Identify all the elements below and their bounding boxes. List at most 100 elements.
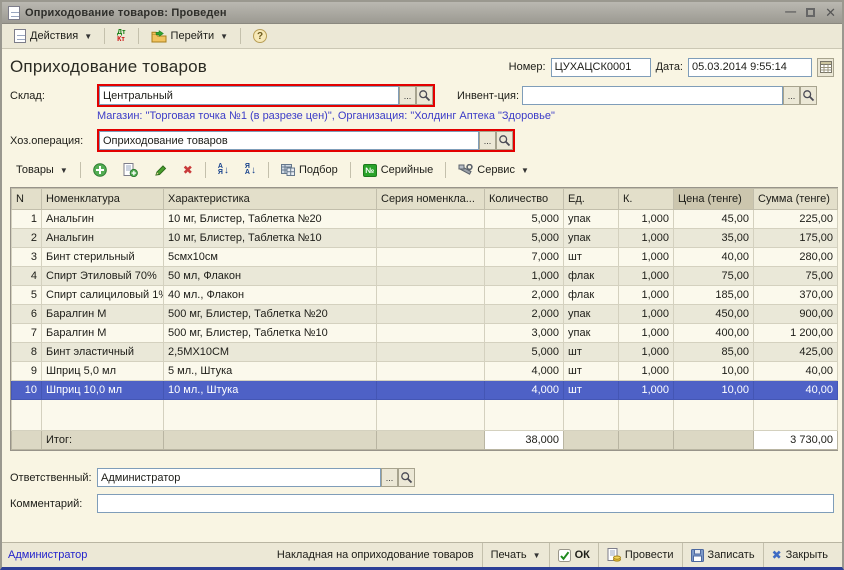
cell-n[interactable]: 5: [12, 286, 42, 305]
col-n[interactable]: N: [12, 189, 42, 210]
cell-n[interactable]: 8: [12, 343, 42, 362]
inventory-ellipsis-button[interactable]: ...: [783, 86, 800, 105]
col-quantity[interactable]: Количество: [485, 189, 564, 210]
cell-series[interactable]: [377, 267, 485, 286]
calendar-button[interactable]: [817, 58, 834, 77]
comment-input[interactable]: [97, 494, 834, 513]
cell-price[interactable]: 45,00: [674, 210, 754, 229]
cell-k[interactable]: 1,000: [619, 286, 674, 305]
responsible-ellipsis-button[interactable]: ...: [381, 468, 398, 487]
dtkt-button[interactable]: ДтКт: [111, 26, 131, 46]
cell-sum[interactable]: 425,00: [754, 343, 838, 362]
warehouse-open-button[interactable]: [416, 86, 433, 105]
col-characteristic[interactable]: Характеристика: [164, 189, 377, 210]
cell-unit[interactable]: упак: [564, 229, 619, 248]
serial-button[interactable]: № Серийные: [357, 161, 440, 180]
cell-sum[interactable]: 75,00: [754, 267, 838, 286]
cell-char[interactable]: 40 мл., Флакон: [164, 286, 377, 305]
responsible-open-button[interactable]: [398, 468, 415, 487]
cell-k[interactable]: 1,000: [619, 343, 674, 362]
cell-name[interactable]: Шприц 10,0 мл: [42, 381, 164, 400]
cell-qty[interactable]: 1,000: [485, 267, 564, 286]
cell-name[interactable]: Спирт Этиловый 70%: [42, 267, 164, 286]
cell-price[interactable]: 35,00: [674, 229, 754, 248]
cell-k[interactable]: 1,000: [619, 267, 674, 286]
cell-qty[interactable]: 7,000: [485, 248, 564, 267]
operation-input[interactable]: Оприходование товаров: [99, 131, 479, 150]
cell-sum[interactable]: 40,00: [754, 381, 838, 400]
cell-qty[interactable]: 5,000: [485, 229, 564, 248]
col-nomenclature[interactable]: Номенклатура: [42, 189, 164, 210]
cell-name[interactable]: Анальгин: [42, 229, 164, 248]
warehouse-ellipsis-button[interactable]: ...: [399, 86, 416, 105]
cell-n[interactable]: 2: [12, 229, 42, 248]
post-button[interactable]: Провести: [598, 543, 682, 567]
cell-char[interactable]: 10 мг, Блистер, Таблетка №10: [164, 229, 377, 248]
close-button[interactable]: ✕: [825, 6, 836, 19]
cell-sum[interactable]: 1 200,00: [754, 324, 838, 343]
cell-char[interactable]: 2,5МХ10СМ: [164, 343, 377, 362]
cell-n[interactable]: 6: [12, 305, 42, 324]
cell-series[interactable]: [377, 229, 485, 248]
cell-unit[interactable]: флак: [564, 286, 619, 305]
cell-unit[interactable]: шт: [564, 343, 619, 362]
cell-unit[interactable]: упак: [564, 305, 619, 324]
cell-unit[interactable]: шт: [564, 362, 619, 381]
table-row[interactable]: 1Анальгин10 мг, Блистер, Таблетка №205,0…: [12, 210, 838, 229]
table-row[interactable]: 2Анальгин10 мг, Блистер, Таблетка №10 5,0…: [12, 229, 838, 248]
add-row-button[interactable]: [87, 160, 113, 180]
cell-name[interactable]: Баралгин М: [42, 305, 164, 324]
minimize-button[interactable]: —: [785, 7, 796, 18]
cell-price[interactable]: 10,00: [674, 362, 754, 381]
cell-unit[interactable]: шт: [564, 248, 619, 267]
table-row[interactable]: 9Шприц 5,0 мл5 мл., Штука4,000шт1,00010,…: [12, 362, 838, 381]
cell-n[interactable]: 3: [12, 248, 42, 267]
pick-button[interactable]: Подбор: [275, 161, 344, 179]
cell-name[interactable]: Баралгин М: [42, 324, 164, 343]
cell-name[interactable]: Бинт эластичный: [42, 343, 164, 362]
cell-series[interactable]: [377, 381, 485, 400]
cell-series[interactable]: [377, 248, 485, 267]
cell-sum[interactable]: 900,00: [754, 305, 838, 324]
cell-price[interactable]: 85,00: [674, 343, 754, 362]
cell-unit[interactable]: упак: [564, 324, 619, 343]
cell-n[interactable]: 4: [12, 267, 42, 286]
cell-k[interactable]: 1,000: [619, 210, 674, 229]
cell-k[interactable]: 1,000: [619, 229, 674, 248]
table-row[interactable]: 3Бинт стерильный5смх10см7,000шт1,00040,0…: [12, 248, 838, 267]
cell-k[interactable]: 1,000: [619, 381, 674, 400]
table-row[interactable]: 8Бинт эластичный2,5МХ10СМ5,000шт1,00085,…: [12, 343, 838, 362]
cell-series[interactable]: [377, 286, 485, 305]
cell-unit[interactable]: упак: [564, 210, 619, 229]
sort-desc-button[interactable]: ЯА↓: [239, 161, 262, 180]
col-unit[interactable]: Ед.: [564, 189, 619, 210]
print-menu[interactable]: Печать▼: [482, 543, 549, 567]
date-input[interactable]: 05.03.2014 9:55:14: [688, 58, 812, 77]
cell-name[interactable]: Бинт стерильный: [42, 248, 164, 267]
cell-char[interactable]: 500 мг, Блистер, Таблетка №10: [164, 324, 377, 343]
table-row[interactable]: 7Баралгин М500 мг, Блистер, Таблетка №10…: [12, 324, 838, 343]
cell-n[interactable]: 7: [12, 324, 42, 343]
cell-qty[interactable]: 3,000: [485, 324, 564, 343]
cell-sum[interactable]: 225,00: [754, 210, 838, 229]
cell-price[interactable]: 450,00: [674, 305, 754, 324]
warehouse-input[interactable]: Центральный: [99, 86, 399, 105]
cell-n[interactable]: 9: [12, 362, 42, 381]
cell-n[interactable]: 10: [12, 381, 42, 400]
operation-open-button[interactable]: [496, 131, 513, 150]
cell-sum[interactable]: 175,00: [754, 229, 838, 248]
cell-char[interactable]: 10 мл., Штука: [164, 381, 377, 400]
cell-k[interactable]: 1,000: [619, 324, 674, 343]
inventory-input[interactable]: [522, 86, 783, 105]
table-row[interactable]: 5Спирт салициловый 1%40 мл., Флакон2,000…: [12, 286, 838, 305]
cell-sum[interactable]: 280,00: [754, 248, 838, 267]
col-series[interactable]: Серия номенкла...: [377, 189, 485, 210]
cell-price[interactable]: 400,00: [674, 324, 754, 343]
cell-char[interactable]: 5 мл., Штука: [164, 362, 377, 381]
delete-row-button[interactable]: ✖: [177, 160, 199, 180]
edit-row-button[interactable]: [148, 161, 173, 180]
table-row[interactable]: 6Баралгин М500 мг, Блистер, Таблетка №20…: [12, 305, 838, 324]
ok-button[interactable]: ОК: [549, 543, 598, 567]
col-sum[interactable]: Сумма (тенге): [754, 189, 838, 210]
cell-price[interactable]: 40,00: [674, 248, 754, 267]
